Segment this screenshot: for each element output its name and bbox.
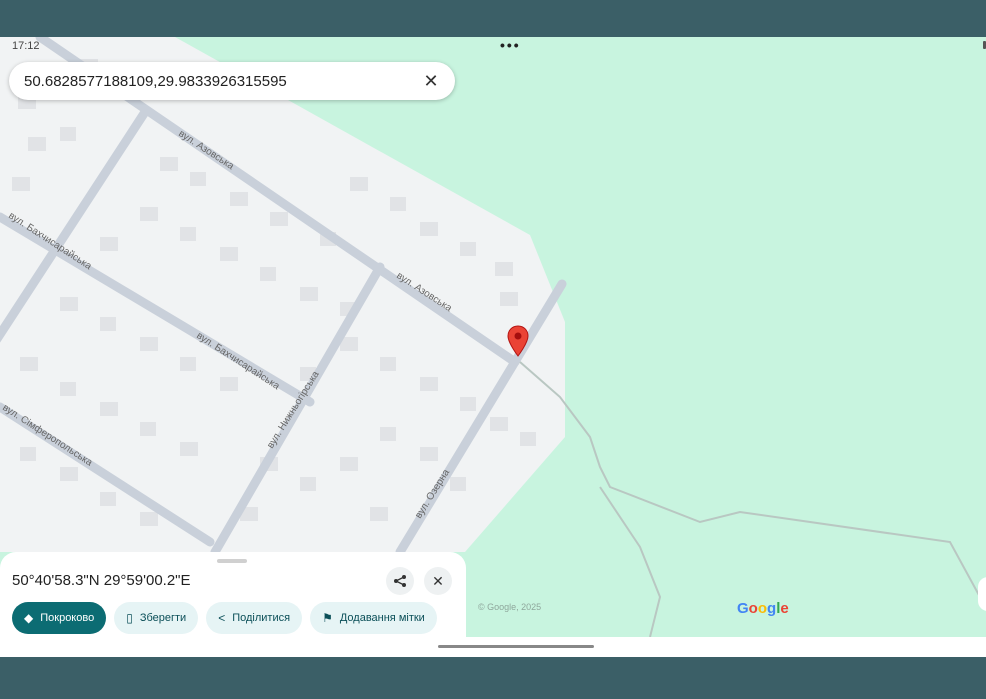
- map-side-button[interactable]: [978, 577, 986, 611]
- add-label-label: Додавання мітки: [339, 612, 425, 624]
- close-icon: ✕: [432, 572, 444, 589]
- bookmark-icon: ▯: [126, 611, 133, 625]
- save-label: Зберегти: [139, 612, 187, 624]
- map-screen: вул. Азовська вул. Азовська вул. Бахчиса…: [0, 37, 986, 657]
- search-input[interactable]: 50.6828577188109,29.9833926315595: [24, 73, 419, 90]
- action-chips: ◆ Покроково ▯ Зберегти < Поділитися ⚑ До…: [12, 602, 437, 634]
- map-copyright: © Google, 2025: [478, 602, 542, 612]
- directions-icon: ◆: [24, 611, 34, 625]
- home-gesture-bar[interactable]: [438, 645, 594, 648]
- forest-path-2: [599, 486, 662, 638]
- share-button[interactable]: [386, 567, 414, 595]
- share-icon: [394, 575, 406, 587]
- share-label: Поділитися: [232, 612, 291, 624]
- google-logo: Google: [737, 600, 789, 617]
- share-chip-button[interactable]: < Поділитися: [206, 602, 303, 634]
- sheet-drag-handle[interactable]: [217, 559, 247, 563]
- save-button[interactable]: ▯ Зберегти: [114, 602, 199, 634]
- location-pin-icon[interactable]: [507, 325, 529, 357]
- close-sheet-button[interactable]: ✕: [424, 567, 452, 595]
- coordinates-title: 50°40'58.3"N 29°59'00.2"E: [12, 572, 191, 589]
- more-dots-icon[interactable]: •••: [500, 37, 521, 53]
- directions-label: Покроково: [40, 612, 95, 624]
- status-time: 17:12: [12, 40, 40, 52]
- residential-area: [0, 37, 565, 552]
- add-label-button[interactable]: ⚑ Додавання мітки: [310, 602, 437, 634]
- navigation-bar: [0, 637, 986, 657]
- share-icon: <: [218, 611, 226, 625]
- search-bar[interactable]: 50.6828577188109,29.9833926315595 ✕: [9, 62, 455, 100]
- forest-path: [519, 361, 981, 598]
- close-icon[interactable]: ✕: [419, 69, 443, 93]
- directions-button[interactable]: ◆ Покроково: [12, 602, 107, 634]
- flag-icon: ⚑: [322, 611, 333, 625]
